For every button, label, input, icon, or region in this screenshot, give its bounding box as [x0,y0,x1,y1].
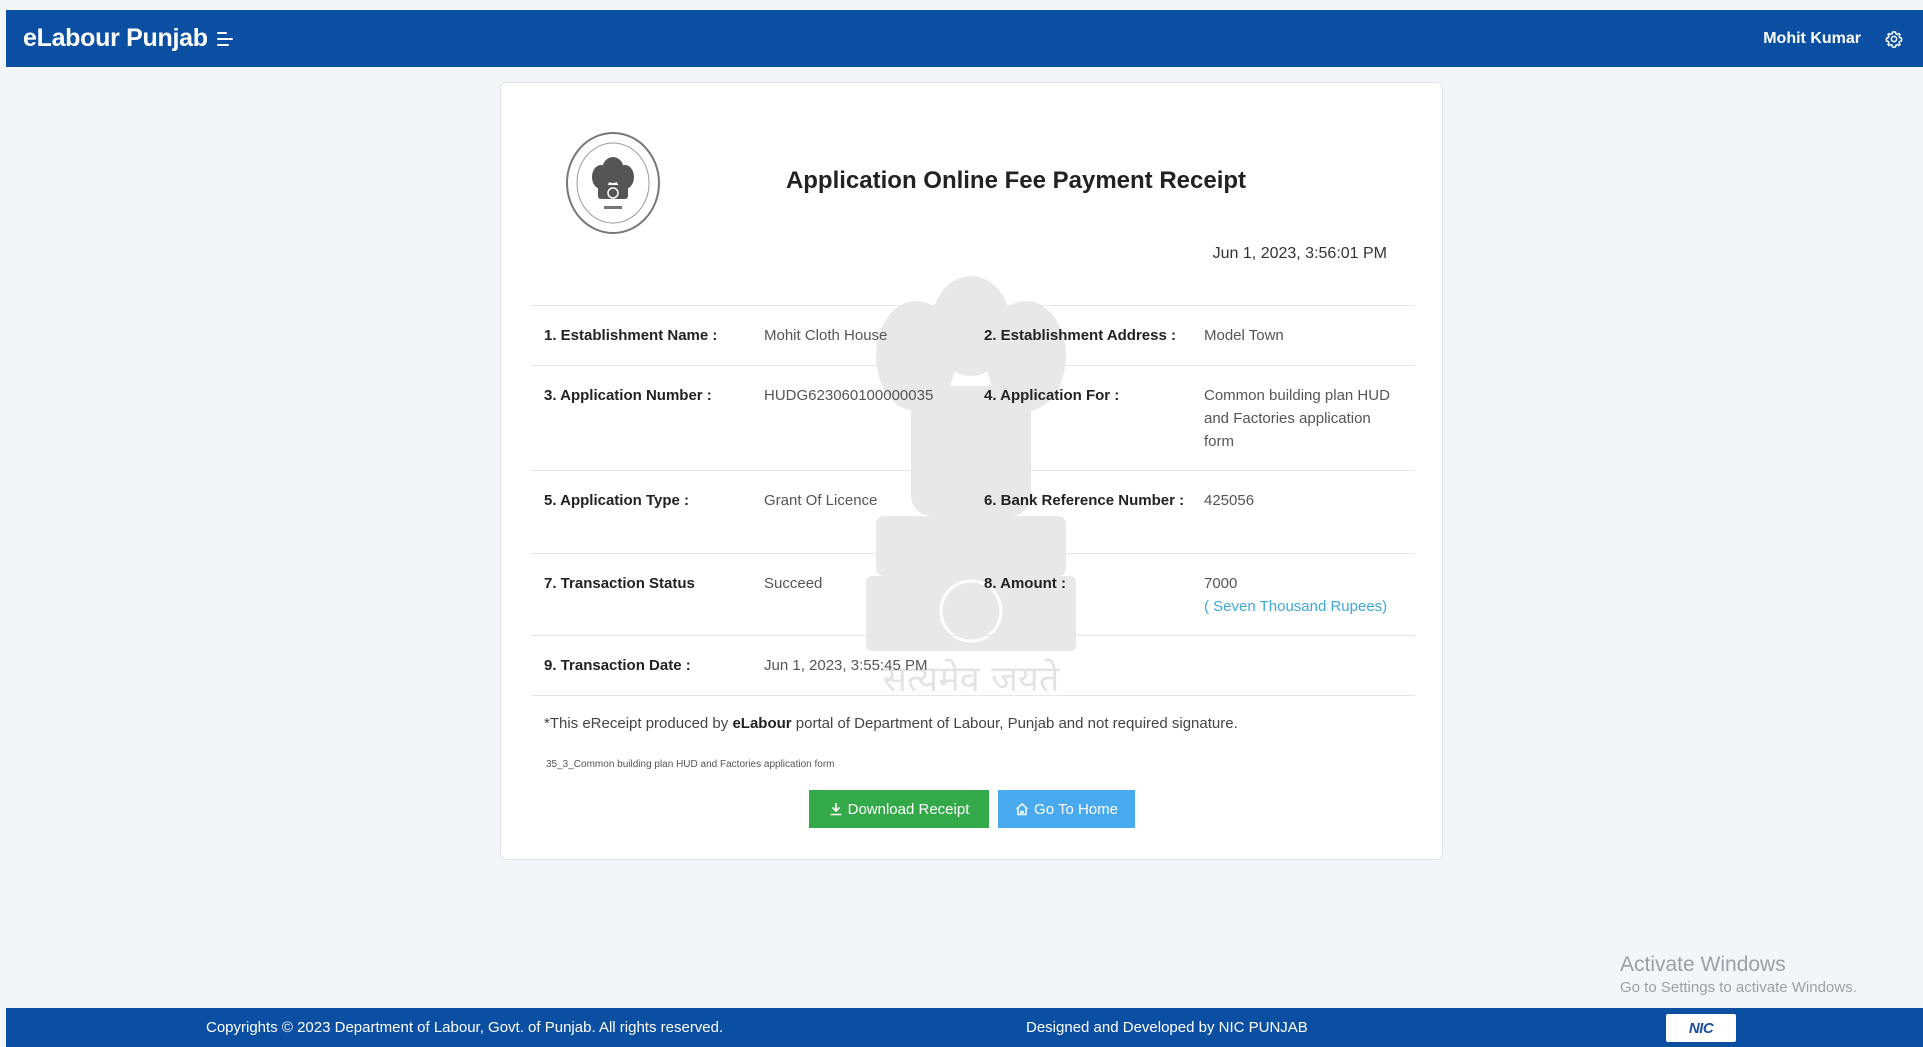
receipt-reference: 35_3_Common building plan HUD and Factor… [546,759,835,770]
application-for-value: Common building plan HUD and Factories a… [1204,387,1390,450]
download-receipt-button[interactable]: Download Receipt [809,790,989,828]
application-for-label: 4. Application For : [984,387,1120,404]
footer: Copyrights © 2023 Department of Labour, … [6,1008,1923,1047]
download-receipt-label: Download Receipt [847,800,970,818]
application-number-label: 3. Application Number : [544,387,712,404]
user-name[interactable]: Mohit Kumar [1763,30,1861,48]
note-portal-name: eLabour [732,715,792,732]
activate-windows-subtitle: Go to Settings to activate Windows. [1620,979,1857,996]
transaction-status-value: Succeed [764,575,823,592]
establishment-address-label: 2. Establishment Address : [984,327,1176,344]
establishment-name-value: Mohit Cloth House [764,327,888,344]
table-row: 9. Transaction Date : Jun 1, 2023, 3:55:… [531,635,1415,696]
transaction-date-label: 9. Transaction Date : [544,657,691,674]
amount-in-words: ( Seven Thousand Rupees) [1204,598,1388,615]
footer-copyright: Copyrights © 2023 Department of Labour, … [206,1019,724,1036]
table-row: 5. Application Type : Grant Of Licence 6… [531,470,1415,553]
amount-value: 7000 [1204,575,1238,592]
home-icon [1016,803,1029,816]
go-to-home-button[interactable]: Go To Home [998,790,1135,828]
download-icon [830,803,842,816]
gear-icon[interactable] [1885,30,1903,48]
note-suffix: portal of Department of Labour, Punjab a… [791,715,1238,732]
receipt-details-table: 1. Establishment Name : Mohit Cloth Hous… [531,305,1415,696]
transaction-status-label: 7. Transaction Status [544,575,695,592]
state-emblem-logo [566,132,660,234]
transaction-date-value: Jun 1, 2023, 3:55:45 PM [764,657,928,674]
bank-reference-value: 425056 [1204,492,1255,509]
table-row: 7. Transaction Status Succeed 8. Amount … [531,553,1415,635]
activate-windows-title: Activate Windows [1620,953,1786,976]
application-type-value: Grant Of Licence [764,492,878,509]
table-row: 1. Establishment Name : Mohit Cloth Hous… [531,305,1415,365]
application-number-value: HUDG623060100000035 [764,387,934,404]
application-type-label: 5. Application Type : [544,492,690,509]
receipt-title: Application Online Fee Payment Receipt [785,167,1247,194]
footer-designed-by: Designed and Developed by NIC PUNJAB [1026,1019,1308,1036]
receipt-datetime: Jun 1, 2023, 3:56:01 PM [1212,245,1387,262]
bank-reference-label: 6. Bank Reference Number : [984,492,1185,509]
note-prefix: *This eReceipt produced by [544,715,733,732]
brand-title[interactable]: eLabour Punjab [23,24,208,53]
activate-windows-overlay: Activate Windows Go to Settings to activ… [1620,953,1857,996]
receipt-note: *This eReceipt produced by eLabour porta… [544,715,1238,732]
top-navbar: eLabour Punjab Mohit Kumar [6,10,1923,67]
nic-logo[interactable]: NIC [1666,1014,1736,1042]
amount-cell: 7000 ( Seven Thousand Rupees) [1204,572,1404,618]
amount-label: 8. Amount : [984,575,1066,592]
menu-toggle-icon[interactable] [216,29,239,49]
go-to-home-label: Go To Home [1034,800,1118,818]
receipt-card: सत्यमेव जयते Application Online Fee Paym… [500,82,1443,860]
establishment-name-label: 1. Establishment Name : [544,327,718,344]
table-row: 3. Application Number : HUDG623060100000… [531,365,1415,470]
establishment-address-value: Model Town [1204,327,1284,344]
